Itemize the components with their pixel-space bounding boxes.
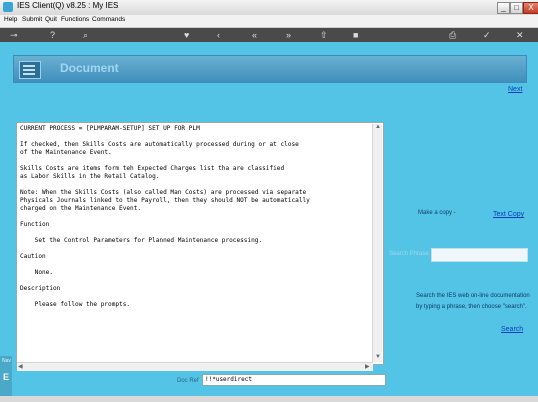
ok-icon[interactable]: ✓ [483,29,491,41]
minimize-button[interactable]: _ [497,2,510,14]
left-icon[interactable]: ‹ [217,29,220,41]
search-phrase-input[interactable] [431,248,528,262]
left-edge-label: Nav [2,358,11,364]
title-bar: IES Client(Q) v8.25 : My IES _ □ X [0,0,538,16]
search-icon[interactable]: ⌕ [83,29,88,41]
document-line: Physicals Journals linked to the Payroll… [20,197,310,204]
close-window-button[interactable]: X [523,2,538,14]
document-line: Skills Costs are items form teh Expected… [20,165,285,172]
document-line: as Labor Skills in the Retail Catalog. [20,173,160,180]
document-header: Document [13,55,527,83]
scroll-left-icon[interactable]: ◀ [18,363,23,370]
document-line: charged on the Maintenance Event. [20,205,142,212]
vertical-scrollbar[interactable]: ▲ ▼ [372,124,382,362]
help-icon[interactable]: ? [50,29,55,41]
menu-help[interactable]: Help [4,16,17,23]
print-icon[interactable]: ⎙ [449,29,456,41]
document-content: CURRENT PROCESS = [PLMPARAM-SETUP] SET U… [16,122,384,365]
maximize-button[interactable]: □ [510,2,523,14]
horizontal-scrollbar[interactable]: ◀ ▶ [17,362,373,371]
document-line: If checked, then Skills Costs are automa… [20,141,299,148]
document-text: CURRENT PROCESS = [PLMPARAM-SETUP] SET U… [17,123,383,311]
help-text-line1: Search the IES web on-line documentation [416,293,530,299]
help-text-line2: by typing a phrase, then choose "search"… [416,304,527,310]
search-phrase-label: Search Phrase [389,251,429,257]
document-line: None. [20,269,54,276]
document-line: Set the Control Parameters for Planned M… [20,237,263,244]
document-line: Note: When the Skills Costs (also called… [20,189,307,196]
scroll-up-icon[interactable]: ▲ [375,124,381,130]
app-icon [3,2,13,12]
document-line: Function [20,221,50,228]
toolbar: ⊸ ? ⌕ ♥ ‹ « » ⇧ ■ ⎙ ✓ ✕ [0,28,538,42]
document-line: CURRENT PROCESS = [PLMPARAM-SETUP] SET U… [20,125,200,132]
menu-bar: Help Submit Quit Functions Commands [0,15,538,28]
page-title: Document [60,61,119,75]
menu-functions[interactable]: Functions [61,16,89,23]
menu-quit[interactable]: Quit [45,16,57,23]
stop-icon[interactable]: ■ [353,29,358,41]
scroll-down-icon[interactable]: ▼ [375,354,381,360]
copy-label: Make a copy - [418,210,456,216]
status-bar [0,396,538,402]
toolbar-spacer [0,42,538,54]
document-icon [19,61,41,79]
document-line: Description [20,285,61,292]
window-title: IES Client(Q) v8.25 : My IES [17,1,119,10]
scroll-right-icon[interactable]: ▶ [365,363,370,370]
next-link[interactable]: Next [508,86,522,93]
left-edge-panel: Nav E [0,356,12,396]
menu-commands[interactable]: Commands [92,16,125,23]
doc-ref-input[interactable]: !!*userdirect [202,374,386,386]
close-icon[interactable]: ✕ [516,29,524,41]
menu-submit[interactable]: Submit [22,16,42,23]
search-link[interactable]: Search [501,326,523,333]
back-icon[interactable]: « [252,29,257,41]
heart-icon[interactable]: ♥ [184,29,189,41]
forward-icon[interactable]: » [286,29,291,41]
left-edge-glyph[interactable]: E [3,372,9,382]
document-line: of the Maintenance Event. [20,149,112,156]
text-copy-link[interactable]: Text Copy [493,211,524,218]
document-line: Please follow the prompts. [20,301,131,308]
doc-ref-label: Doc Ref [177,378,199,384]
document-line: Caution [20,253,46,260]
key-icon[interactable]: ⊸ [10,29,18,41]
up-icon[interactable]: ⇧ [320,29,328,41]
